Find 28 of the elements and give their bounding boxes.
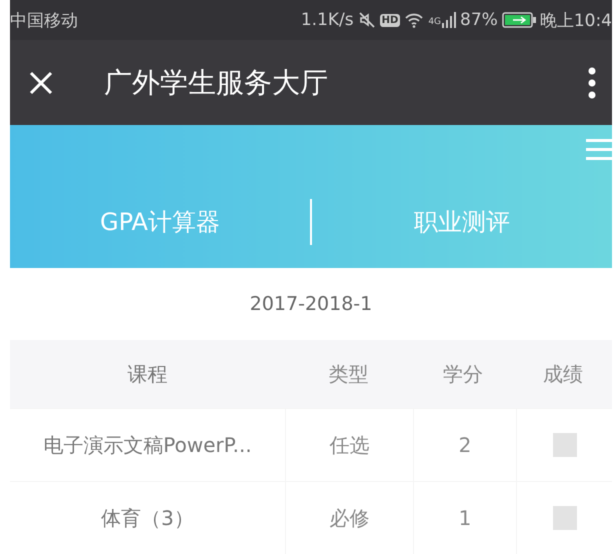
- network-speed: 1.1K/s: [300, 10, 354, 30]
- table-cell: 任选: [286, 409, 414, 481]
- clock: 晚上10:4: [540, 10, 612, 32]
- table-cell: 体育（3）: [10, 482, 286, 554]
- carrier-name: 中国移动: [10, 10, 78, 32]
- tab[interactable]: 职业测评: [312, 200, 612, 244]
- column-header: 类型: [328, 360, 370, 388]
- table-cell: 1: [414, 482, 517, 554]
- wifi-icon: [404, 12, 424, 28]
- more-button[interactable]: [588, 66, 598, 98]
- tab[interactable]: GPA计算器: [10, 200, 310, 244]
- table-cell: 2: [414, 409, 517, 481]
- battery-icon: [502, 12, 536, 28]
- column-header: 课程: [126, 360, 168, 388]
- grade-input[interactable]: [552, 433, 576, 457]
- column-header: 学分: [442, 360, 484, 388]
- column-header: 成绩: [542, 360, 584, 388]
- battery-percent: 87%: [460, 10, 498, 30]
- semester-label: 2017-2018-1: [250, 293, 372, 315]
- network-type: 4G: [428, 16, 442, 26]
- table-cell: 必修: [286, 482, 414, 554]
- mute-icon: [358, 11, 376, 29]
- menu-icon[interactable]: [586, 138, 612, 162]
- table-cell: 电子演示文稿PowerP...: [10, 409, 286, 481]
- grade-input[interactable]: [552, 506, 576, 530]
- signal-icon: [442, 12, 456, 28]
- page-title: 广外学生服务大厅: [104, 64, 329, 100]
- hd-badge: HD: [380, 14, 400, 26]
